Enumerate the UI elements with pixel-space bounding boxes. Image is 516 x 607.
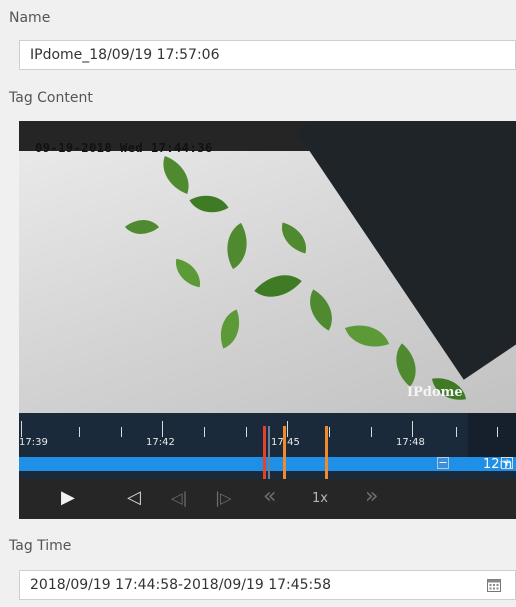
step-forward-icon[interactable]: |▷ — [215, 489, 232, 507]
calendar-icon[interactable] — [487, 578, 501, 592]
timeline-tick — [497, 427, 498, 437]
timeline-tick-label: 17:39 — [19, 437, 48, 448]
name-label: Name — [9, 10, 51, 26]
timeline-tick — [79, 427, 80, 437]
timeline-tick — [412, 421, 413, 437]
timeline-tick-label: 17:42 — [146, 437, 175, 448]
name-input[interactable]: IPdome_18/09/19 17:57:06 — [19, 40, 516, 70]
timeline-tick — [204, 427, 205, 437]
timeline-tick — [121, 427, 122, 437]
timeline-tick — [329, 427, 330, 437]
speed-up-icon[interactable]: » — [365, 484, 378, 509]
play-icon[interactable]: ▶ — [61, 487, 75, 508]
video-timestamp: 09-19-2018 Wed 17:44:36 — [35, 141, 213, 155]
slow-down-icon[interactable]: « — [263, 484, 276, 509]
zoom-in-button[interactable]: + — [501, 457, 513, 469]
playback-speed: 1x — [312, 491, 328, 506]
clip-start-marker[interactable] — [283, 426, 286, 479]
timeline-tick — [246, 427, 247, 437]
timeline[interactable]: 17:39 17:42 17:45 17:48 − 12m + — [19, 413, 516, 479]
tag-time-label: Tag Time — [9, 538, 72, 554]
reverse-play-icon[interactable]: ◁ — [127, 487, 141, 508]
playback-controls: ▶ ◁ ◁| |▷ « 1x » — [19, 479, 516, 519]
timeline-tick-label: 17:48 — [396, 437, 425, 448]
tag-time-value: 2018/09/19 17:44:58-2018/09/19 17:45:58 — [30, 577, 332, 593]
camera-name-overlay: IPdome — [407, 385, 463, 400]
step-back-icon[interactable]: ◁| — [171, 489, 188, 507]
playhead-current-time[interactable] — [263, 426, 266, 479]
tag-content-label: Tag Content — [9, 90, 93, 106]
zoom-out-button[interactable]: − — [437, 457, 449, 469]
timeline-tick — [456, 427, 457, 437]
playhead-shadow — [268, 426, 270, 479]
tag-time-input[interactable]: 2018/09/19 17:44:58-2018/09/19 17:45:58 — [19, 570, 516, 600]
timeline-tick — [287, 421, 288, 437]
timeline-tick — [162, 421, 163, 437]
clip-end-marker[interactable] — [325, 426, 328, 479]
timeline-tick — [21, 421, 22, 437]
timeline-tick — [371, 427, 372, 437]
video-preview[interactable]: 09-19-2018 Wed 17:44:36 IPdome — [19, 121, 516, 413]
